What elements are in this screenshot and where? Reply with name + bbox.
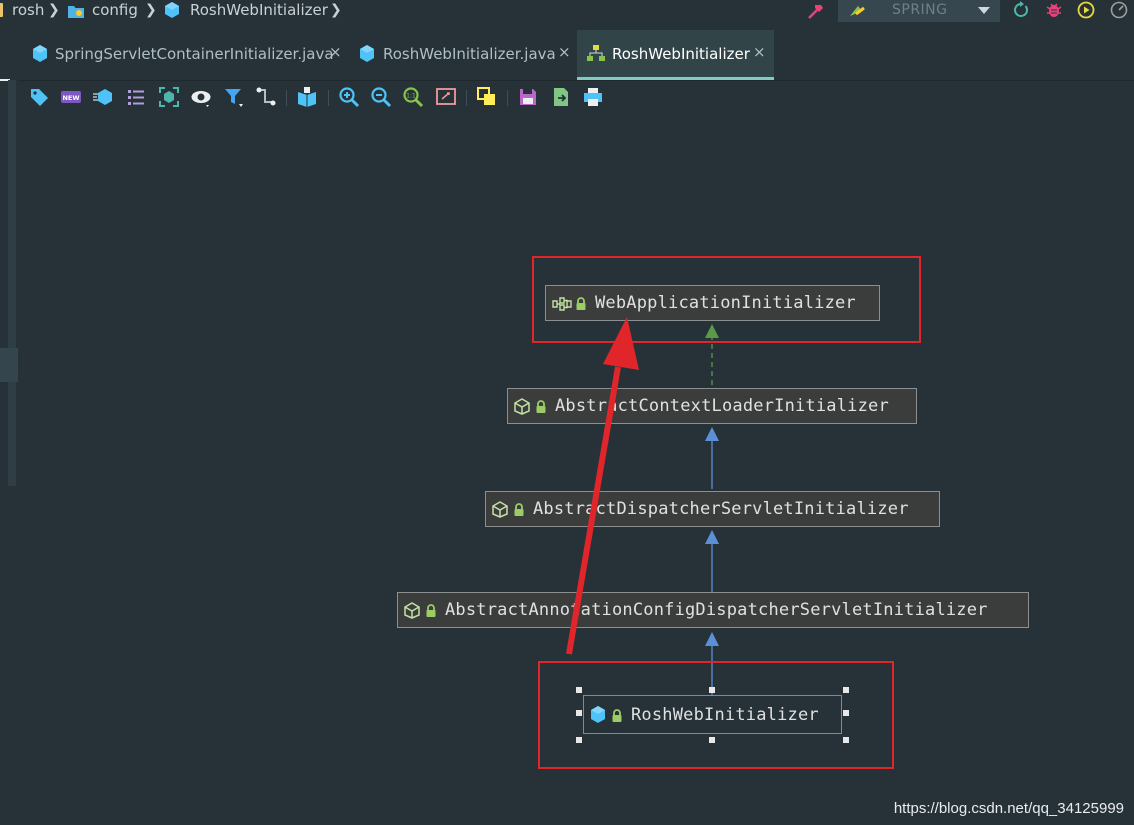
toolbar-separator xyxy=(507,90,508,106)
build-icon[interactable] xyxy=(806,1,826,21)
lock-icon xyxy=(425,603,437,617)
diagram-node-abstractannotationconfigdispatcherservletinitializer[interactable]: AbstractAnnotationConfigDispatcherServle… xyxy=(397,592,1029,628)
tag-icon[interactable] xyxy=(28,86,50,108)
zoom-in-icon[interactable] xyxy=(338,86,360,108)
abstract-class-icon xyxy=(492,500,508,518)
node-label: AbstractAnnotationConfigDispatcherServle… xyxy=(445,600,988,620)
view-icon[interactable] xyxy=(190,86,212,108)
left-gutter xyxy=(0,22,18,825)
tab-springservletcontainerinitializer[interactable]: SpringServletContainerInitializer.java × xyxy=(18,30,348,80)
edge-extends xyxy=(705,427,719,489)
fit-content-icon[interactable] xyxy=(435,86,457,108)
module-icon xyxy=(0,3,3,17)
coverage-icon[interactable] xyxy=(1077,1,1095,19)
tab-label: RoshWebInitializer xyxy=(612,45,750,63)
tab-roshwebinitializer-diagram[interactable]: RoshWebInitializer × xyxy=(577,30,774,80)
spring-icon xyxy=(848,2,868,20)
dropdown-arrow-icon xyxy=(978,7,990,14)
highlight-box xyxy=(532,256,921,343)
highlight-box xyxy=(538,661,894,769)
actual-size-icon[interactable]: 1:1 xyxy=(402,86,424,108)
profile-icon[interactable] xyxy=(1110,1,1128,19)
debug-icon[interactable] xyxy=(1045,1,1063,19)
show-members-icon[interactable] xyxy=(92,86,114,108)
toolbar-separator xyxy=(286,90,287,106)
svg-text:NEW: NEW xyxy=(62,94,79,102)
edge-extends xyxy=(705,530,719,592)
lock-icon xyxy=(513,502,525,516)
package-icon xyxy=(68,3,84,18)
uml-diagram-canvas[interactable]: WebApplicationInitializer AbstractContex… xyxy=(18,112,1134,825)
toolbar-separator xyxy=(328,90,329,106)
zoom-out-icon[interactable] xyxy=(370,86,392,108)
toolbar-separator xyxy=(466,90,467,106)
gutter-scrollbar[interactable] xyxy=(8,80,16,486)
tab-roshwebinitializer-java[interactable]: RoshWebInitializer.java × xyxy=(348,30,576,80)
print-icon[interactable] xyxy=(582,86,604,108)
chevron-right-icon: ❯ xyxy=(330,2,342,18)
abstract-class-icon xyxy=(514,397,530,415)
select-icon[interactable] xyxy=(158,86,180,108)
layout-icon[interactable] xyxy=(476,86,498,108)
rerun-icon[interactable] xyxy=(1012,1,1030,19)
route-icon[interactable] xyxy=(255,86,277,108)
list-icon[interactable] xyxy=(125,86,147,108)
diagram-node-abstractcontextloaderinitializer[interactable]: AbstractContextLoaderInitializer xyxy=(507,388,917,424)
run-configuration-selector[interactable]: SPRING xyxy=(838,0,1000,22)
chevron-right-icon: ❯ xyxy=(145,2,157,18)
export-icon[interactable] xyxy=(550,86,572,108)
editor-tab-bar: SpringServletContainerInitializer.java ×… xyxy=(18,30,1134,81)
java-class-icon xyxy=(32,45,48,62)
lock-icon xyxy=(535,399,547,413)
run-configuration-label: SPRING xyxy=(892,2,948,18)
navigation-bar: rosh ❯ config ❯ RoshWebInitializer ❯ SPR… xyxy=(0,0,1134,22)
node-label: AbstractDispatcherServletInitializer xyxy=(533,499,909,519)
class-icon xyxy=(164,2,180,18)
gutter-marker xyxy=(0,348,18,382)
book-icon[interactable] xyxy=(296,86,318,108)
close-icon[interactable]: × xyxy=(558,43,571,61)
diagram-toolbar: NEW 1:1 xyxy=(18,82,1134,112)
java-class-icon xyxy=(359,45,375,62)
close-icon[interactable]: × xyxy=(329,43,342,61)
breadcrumb-roshwebinitializer[interactable]: RoshWebInitializer xyxy=(190,0,328,22)
svg-text:1:1: 1:1 xyxy=(406,93,416,100)
breadcrumb-rosh[interactable]: rosh xyxy=(12,0,44,22)
new-icon[interactable]: NEW xyxy=(60,86,82,108)
save-icon[interactable] xyxy=(517,86,539,108)
tab-label: RoshWebInitializer.java xyxy=(383,45,556,63)
diagram-node-abstractdispatcherservletinitializer[interactable]: AbstractDispatcherServletInitializer xyxy=(485,491,940,527)
close-icon[interactable]: × xyxy=(753,43,766,61)
watermark: https://blog.csdn.net/qq_34125999 xyxy=(893,800,1124,817)
filter-icon[interactable] xyxy=(223,86,245,108)
tab-label: SpringServletContainerInitializer.java xyxy=(55,45,334,63)
breadcrumb-config[interactable]: config xyxy=(92,0,138,22)
chevron-right-icon: ❯ xyxy=(48,2,60,18)
diagram-icon xyxy=(587,45,605,62)
node-label: AbstractContextLoaderInitializer xyxy=(555,396,889,416)
abstract-class-icon xyxy=(404,601,420,619)
